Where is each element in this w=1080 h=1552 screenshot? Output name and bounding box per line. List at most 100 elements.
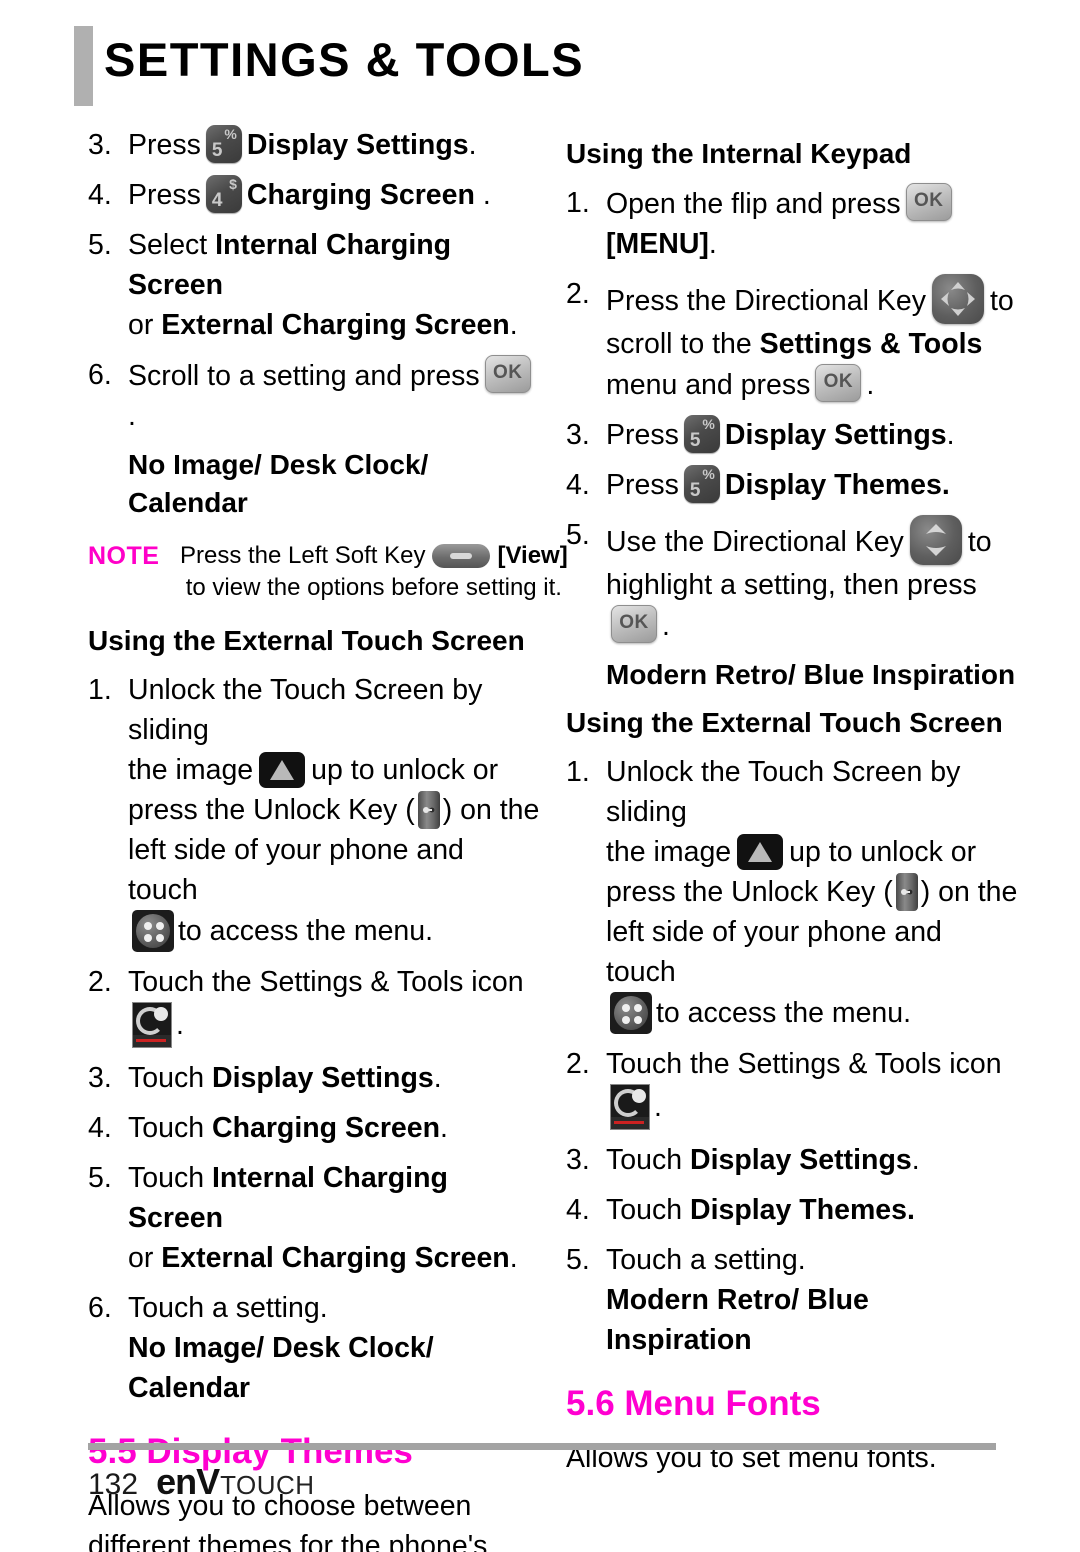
step-text: Press xyxy=(128,129,201,161)
note-line-1: Press the Left Soft Key [View] xyxy=(180,542,568,569)
menu-label: [MENU] xyxy=(606,228,709,260)
step-body: Unlock the Touch Screen by sliding the i… xyxy=(606,752,1018,1034)
step-text: Touch xyxy=(128,1112,205,1144)
env-touch-logo: enV TOUCH xyxy=(156,1464,315,1500)
step-number: 3. xyxy=(566,419,590,451)
step-body: Unlock the Touch Screen by sliding the i… xyxy=(128,670,540,952)
step-number: 6. xyxy=(88,1292,112,1324)
menu-dot xyxy=(144,934,152,942)
step-bold-text: Settings & Tools xyxy=(759,328,983,360)
footer-divider xyxy=(88,1443,996,1450)
step-number: 2. xyxy=(566,278,590,310)
step-item: 4. Touch Charging Screen. xyxy=(88,1108,540,1148)
step-number: 3. xyxy=(88,129,112,161)
note-text: Press the Left Soft Key [View] to view th… xyxy=(180,540,568,604)
step-number: 3. xyxy=(88,1062,112,1094)
key-digit: 5 xyxy=(211,140,223,161)
step-bold-text: Display Settings xyxy=(724,419,947,451)
internal-keypad-heading: Using the Internal Keypad xyxy=(566,138,912,169)
step-suffix: . xyxy=(509,309,518,341)
settings-tools-icon xyxy=(132,1002,172,1048)
step-body: Press 5% Display Themes. xyxy=(606,465,1018,505)
step-number: 1. xyxy=(88,674,112,706)
step-text: Open the flip and press xyxy=(606,188,901,220)
step-bold-text: Display Settings xyxy=(211,1062,434,1094)
step-body: Press 5% Display Settings. xyxy=(606,415,1018,455)
key-digit: 5 xyxy=(689,430,701,451)
step-line-5-post: to access the menu. xyxy=(178,915,434,947)
step-line-2-text: the image xyxy=(128,754,254,786)
step-number: 3. xyxy=(566,1144,590,1176)
step-text: Touch a setting. xyxy=(128,1292,328,1324)
step-line-1-text: Press the Directional Key xyxy=(606,285,926,317)
step-text: Press xyxy=(128,179,201,211)
step-line-3-text: press the Unlock Key ( xyxy=(128,794,415,826)
step-bold-text: Display Themes. xyxy=(724,469,950,501)
ok-key-icon: OK xyxy=(905,183,952,221)
step-line-4: left side of your phone and touch xyxy=(128,834,464,906)
step-item: 5. Use the Directional Key to highlight a… xyxy=(566,515,1018,646)
step-item: 5. Select Internal Charging Screen or Ext… xyxy=(88,225,540,345)
step-line-3-post: . xyxy=(662,610,670,642)
logo-touch-text: TOUCH xyxy=(220,1470,315,1500)
step-bold-text: Charging Screen xyxy=(211,1112,441,1144)
footer-content: 132 enV TOUCH xyxy=(88,1464,996,1503)
step-body: Touch the Settings & Tools icon. xyxy=(606,1044,1018,1130)
step-text: Select xyxy=(128,229,208,261)
step-number: 5. xyxy=(88,229,112,261)
step-line-2-text: scroll to the xyxy=(606,328,752,360)
step-number: 5. xyxy=(566,1244,590,1276)
step-bold-text-2: External Charging Screen xyxy=(161,1242,510,1274)
external-touch-screen-heading: Using the External Touch Screen xyxy=(88,625,525,656)
left-column: 3. Press 5% Display Settings. 4. Press 4 $ Ch… xyxy=(88,125,568,1552)
key-superscript: % xyxy=(702,416,715,432)
note-block: NOTE Press the Left Soft Key [View] to vi… xyxy=(88,540,568,604)
step-bold-text: Display Settings xyxy=(246,129,469,161)
step-number: 4. xyxy=(88,1112,112,1144)
up-triangle-icon xyxy=(748,842,773,862)
step-number: 5. xyxy=(88,1162,112,1194)
step-number: 2. xyxy=(88,966,112,998)
step-text: Press xyxy=(606,469,679,501)
step-item: 3. Press 5% Display Settings. xyxy=(88,125,540,165)
step-body: Touch Display Settings. xyxy=(606,1140,1018,1180)
step-body: Touch a setting. Modern Retro/ Blue Inspi… xyxy=(606,1240,1018,1360)
st-icon-label xyxy=(133,1035,171,1047)
up-triangle-icon xyxy=(270,760,295,780)
step-suffix: . xyxy=(474,179,491,211)
step-body: Scroll to a setting and press OK. xyxy=(128,355,540,436)
step-item: 2. Touch the Settings & Tools icon. xyxy=(88,962,540,1048)
step-suffix: . xyxy=(708,228,717,260)
step-line-2: highlight a setting, then press xyxy=(606,569,977,601)
step-suffix: . xyxy=(433,1062,442,1094)
step-body: Press the Directional Key to scroll to th… xyxy=(606,274,1018,405)
left-soft-key-icon xyxy=(432,544,491,568)
step-body: Touch Charging Screen. xyxy=(128,1108,540,1148)
step-suffix: . xyxy=(509,1242,518,1274)
step-line-1-post: to xyxy=(989,285,1014,317)
st-icon-ball xyxy=(154,1007,168,1021)
ok-key-icon: OK xyxy=(815,364,862,402)
step-mid-text: or xyxy=(128,309,154,341)
unlock-slider-image-icon xyxy=(737,834,784,870)
step-suffix: . xyxy=(440,1112,448,1144)
step-item: 3. Touch Display Settings. xyxy=(566,1140,1018,1180)
step-number: 5. xyxy=(566,519,590,551)
step-number: 6. xyxy=(88,359,112,391)
step-text: Touch xyxy=(128,1162,205,1194)
page-number: 132 xyxy=(88,1468,139,1501)
menu-icon-circle xyxy=(136,914,170,948)
key-superscript: % xyxy=(702,466,715,482)
note-line-2: to view the options before setting it. xyxy=(185,574,562,601)
page-footer: 132 enV TOUCH xyxy=(88,1443,996,1503)
step-item: 1. Unlock the Touch Screen by sliding th… xyxy=(88,670,540,952)
step-body: Select Internal Charging Screen or Extern… xyxy=(128,225,540,345)
step-suffix: . xyxy=(176,1009,184,1041)
unlock-key-glyph xyxy=(900,889,913,895)
step-line-3-text: menu and press xyxy=(606,369,811,401)
step-item: 6. Touch a setting. No Image/ Desk Clock/… xyxy=(88,1288,540,1408)
step-text: Press xyxy=(606,419,679,451)
manual-page: SETTINGS & TOOLS 3. Press 5% Display Setti… xyxy=(0,0,1080,1552)
step-item: 6. Scroll to a setting and press OK. xyxy=(88,355,540,436)
step-text: Touch xyxy=(606,1194,683,1226)
